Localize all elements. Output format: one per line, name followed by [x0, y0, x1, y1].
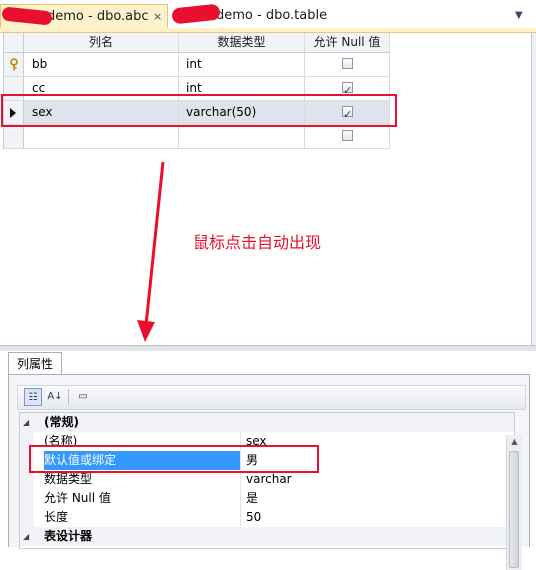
- category-table-designer[interactable]: ◢ 表设计器: [20, 527, 514, 546]
- property-grid: ◢ (常规) (名称) sex 默认值或绑定 男 数据类型 varchar 允许…: [19, 412, 515, 549]
- row-gutter: [20, 489, 34, 508]
- collapse-icon[interactable]: ◢: [23, 527, 29, 546]
- toolbar-separator: [68, 389, 69, 405]
- property-row-length[interactable]: 长度 50: [20, 508, 514, 527]
- annotation-text: 鼠标点击自动出现: [193, 233, 322, 252]
- scrollbar-thumb[interactable]: [509, 451, 519, 568]
- property-name: 允许 Null 值: [44, 489, 241, 508]
- property-pages-icon[interactable]: ▭: [74, 388, 92, 406]
- highlight-box-default-value: [29, 445, 319, 473]
- property-name: 长度: [44, 508, 241, 527]
- properties-scrollbar[interactable]: ▲: [506, 435, 522, 570]
- categorized-icon[interactable]: ☷: [24, 388, 42, 406]
- row-gutter: [20, 508, 34, 527]
- scroll-up-icon[interactable]: ▲: [507, 435, 522, 449]
- tab-column-properties[interactable]: 列属性: [8, 352, 62, 375]
- category-label: 表设计器: [44, 529, 93, 543]
- property-value[interactable]: 是: [246, 489, 258, 508]
- category-general[interactable]: ◢ (常规): [20, 413, 514, 432]
- sort-alphabetical-icon[interactable]: A↓: [46, 388, 64, 406]
- category-label: (常规): [44, 415, 79, 429]
- property-row-allow-null[interactable]: 允许 Null 值 是: [20, 489, 514, 508]
- properties-toolbar: ☷ A↓ ▭: [17, 385, 526, 410]
- property-value[interactable]: 50: [246, 508, 261, 527]
- collapse-icon[interactable]: ◢: [23, 413, 29, 432]
